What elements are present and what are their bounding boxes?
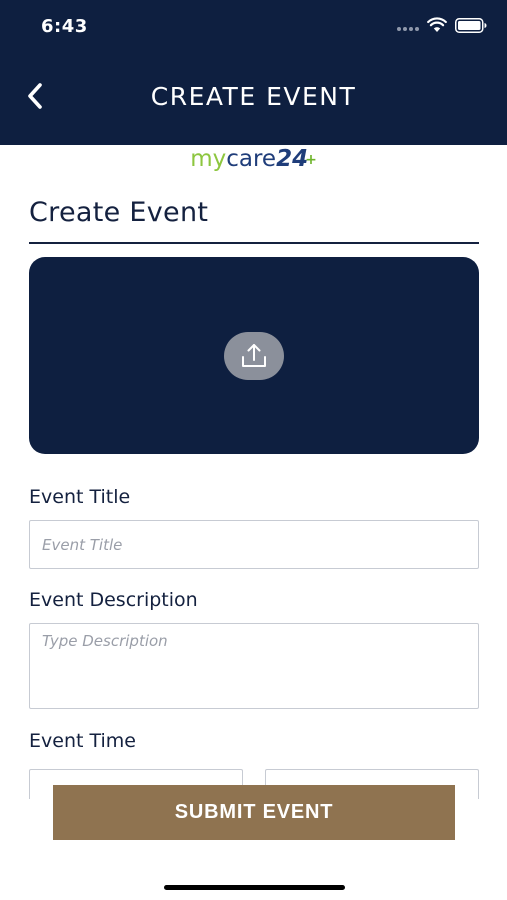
app-header: 6:43 CREATE EVENT [0,0,507,145]
image-upload-area[interactable] [29,257,479,454]
battery-icon [455,18,487,33]
logo-text-24: 24 [276,146,309,172]
event-description-input[interactable] [29,623,479,709]
event-title-label: Event Title [29,486,131,508]
home-indicator [164,885,345,890]
upload-button[interactable] [224,332,284,380]
logo-text-care: care [226,146,277,172]
wifi-icon [427,17,447,32]
event-time-label: Event Time [29,730,136,752]
logo-plus: + [305,152,317,168]
signal-icon [397,27,421,33]
page-title: CREATE EVENT [150,82,357,111]
event-title-input[interactable] [29,520,479,569]
status-time: 6:43 [41,16,88,37]
event-description-label: Event Description [29,589,198,611]
section-divider [29,242,479,244]
section-title: Create Event [29,197,209,228]
logo-text-my: my [190,146,227,172]
upload-icon [242,344,266,367]
mycare24-logo: mycare24+ [0,146,507,178]
submit-event-button[interactable]: SUBMIT EVENT [53,785,455,840]
